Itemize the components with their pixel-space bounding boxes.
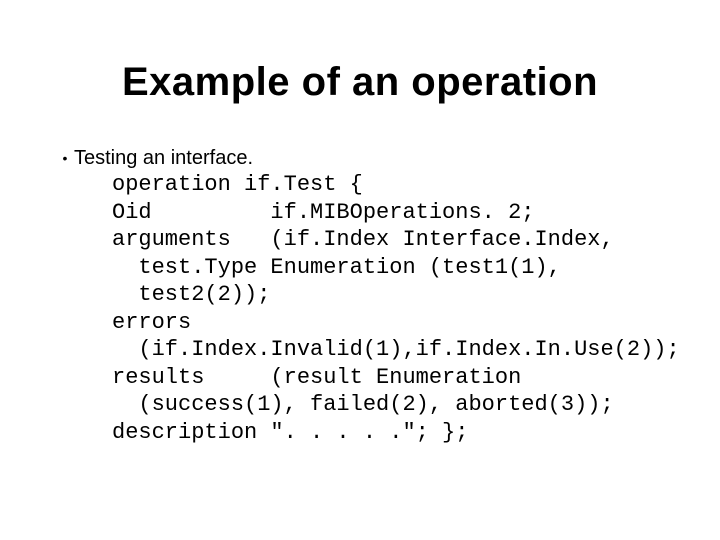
slide-title: Example of an operation: [50, 60, 670, 105]
bullet-text: Testing an interface.: [74, 145, 253, 171]
slide-body: • Testing an interface. operation if.Tes…: [50, 145, 670, 446]
bullet-dot-icon: •: [56, 145, 74, 171]
bullet-item: • Testing an interface.: [56, 145, 670, 171]
code-block: operation if.Test { Oid if.MIBOperations…: [112, 171, 670, 446]
slide: Example of an operation • Testing an int…: [0, 0, 720, 540]
